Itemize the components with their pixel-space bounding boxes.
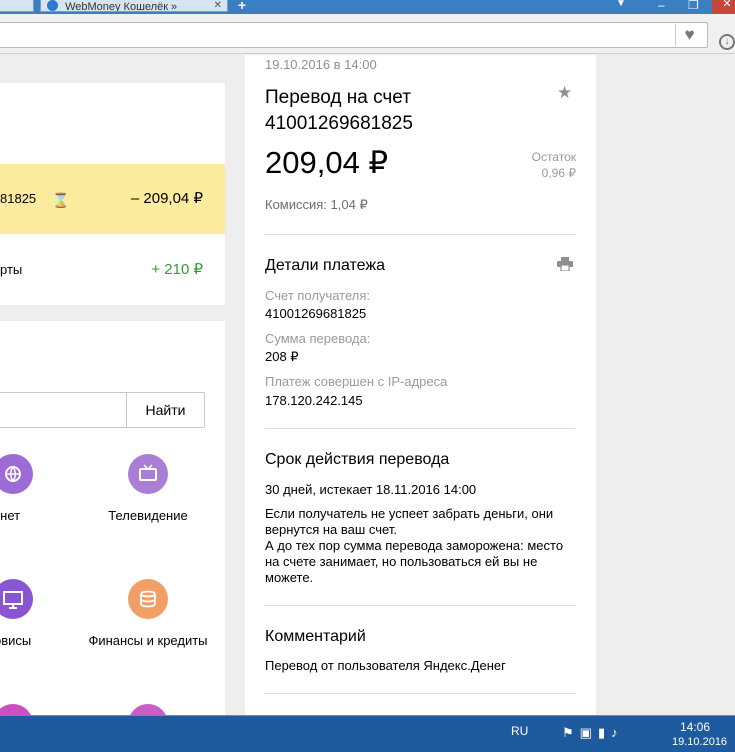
download-icon[interactable]: ↓ (719, 34, 735, 50)
transfer-amount: 209,04 ₽ (265, 145, 389, 180)
ip-address-label: Платеж совершен с IP-адреса (265, 374, 448, 389)
bookmark-heart-icon[interactable]: ♥ (675, 24, 703, 46)
tray-icons: ⚑▣▮♪ (562, 725, 624, 741)
network-icon[interactable]: ▮ (598, 725, 611, 740)
tab-list-dropdown-icon[interactable]: ▼ (616, 0, 626, 9)
browser-tab-label: WebMoney Кошелёк » (65, 1, 178, 12)
clock-time[interactable]: 14:06 (680, 720, 710, 734)
balance-value: 0,96 ₽ (541, 166, 576, 180)
ip-address-value: 178.120.242.145 (265, 393, 363, 408)
device-icon[interactable]: ▣ (580, 725, 598, 740)
service-label: н-сервисы (0, 633, 32, 648)
print-icon[interactable] (557, 257, 573, 272)
star-icon[interactable]: ★ (557, 83, 572, 103)
operation-account: 81825 (0, 191, 37, 206)
left-column: 81825 ⌛ – 209,04 ₽ рты + 210 ₽ Найти тер… (0, 55, 245, 744)
divider (265, 428, 575, 429)
close-tab-icon[interactable]: ✕ (214, 0, 222, 11)
operation-amount: – 209,04 ₽ (130, 190, 203, 207)
comment-heading: Комментарий (265, 628, 366, 645)
operation-amount: + 210 ₽ (151, 261, 203, 278)
maximize-icon[interactable]: ❐ (688, 0, 699, 12)
transfer-sum-value: 208 ₽ (265, 349, 299, 364)
service-label: Телевидение (108, 508, 188, 523)
operation-row-pending[interactable]: 81825 ⌛ – 209,04 ₽ (0, 164, 225, 234)
payment-details-heading: Детали платежа (265, 257, 385, 274)
validity-term: 30 дней, истекает 18.11.2016 14:00 (265, 482, 477, 497)
recipient-account-label: Счет получателя: (265, 288, 371, 303)
recipient-account-value: 41001269681825 (265, 306, 367, 321)
operations-card: 81825 ⌛ – 209,04 ₽ рты + 210 ₽ (0, 83, 225, 305)
tv-icon (128, 454, 168, 494)
operation-title: рты (0, 262, 23, 277)
service-label: Финансы и кредиты (88, 633, 208, 648)
browser-tab-strip: WebMoney Кошелёк » ✕ + ▼ – ❐ ✕ (0, 0, 735, 14)
divider (265, 693, 575, 694)
monitor-icon (0, 579, 33, 619)
transfer-detail-card: 19.10.2016 в 14:00 Перевод на счет 41001… (245, 55, 596, 715)
validity-note: Если получатель не успеет забрать деньги… (265, 506, 554, 537)
close-window-button[interactable]: ✕ (712, 0, 735, 13)
volume-icon[interactable]: ♪ (611, 725, 624, 740)
transfer-fee: Комиссия: 1,04 ₽ (265, 197, 368, 212)
validity-freeze-note: А до тех пор сумма перевода заморожена: … (265, 538, 564, 585)
globe-icon (0, 454, 33, 494)
comment-text: Перевод от пользователя Яндекс.Денег (265, 658, 506, 673)
search-button[interactable]: Найти (126, 392, 205, 428)
clock-date[interactable]: 19.10.2016 (672, 736, 727, 748)
services-search-input[interactable] (0, 392, 127, 428)
language-indicator[interactable]: RU (511, 724, 528, 738)
browser-tab[interactable] (0, 0, 34, 12)
browser-navbar: ♥ ↓ (0, 14, 735, 54)
address-bar[interactable]: ♥ (0, 22, 708, 48)
balance-label: Остаток (531, 150, 576, 164)
new-tab-button[interactable]: + (234, 0, 250, 12)
minimize-icon[interactable]: – (658, 0, 665, 12)
coins-icon (128, 579, 168, 619)
transfer-date: 19.10.2016 в 14:00 (265, 57, 377, 72)
divider (265, 234, 575, 235)
browser-tab-webmoney[interactable]: WebMoney Кошелёк » ✕ (40, 0, 228, 12)
transfer-sum-label: Сумма перевода: (265, 331, 371, 346)
transfer-title: Перевод на счет 41001269681825 (265, 87, 413, 134)
divider (265, 605, 575, 606)
services-card: Найти тернет Телевидение н-сервисы Финан… (0, 321, 225, 744)
webmoney-favicon-icon (47, 0, 58, 11)
validity-heading: Срок действия перевода (265, 451, 450, 468)
hourglass-icon: ⌛ (52, 192, 70, 208)
windows-taskbar: RU ⚑▣▮♪ 14:06 19.10.2016 (0, 715, 735, 752)
flag-icon[interactable]: ⚑ (562, 725, 580, 740)
service-label: тернет (0, 508, 21, 523)
